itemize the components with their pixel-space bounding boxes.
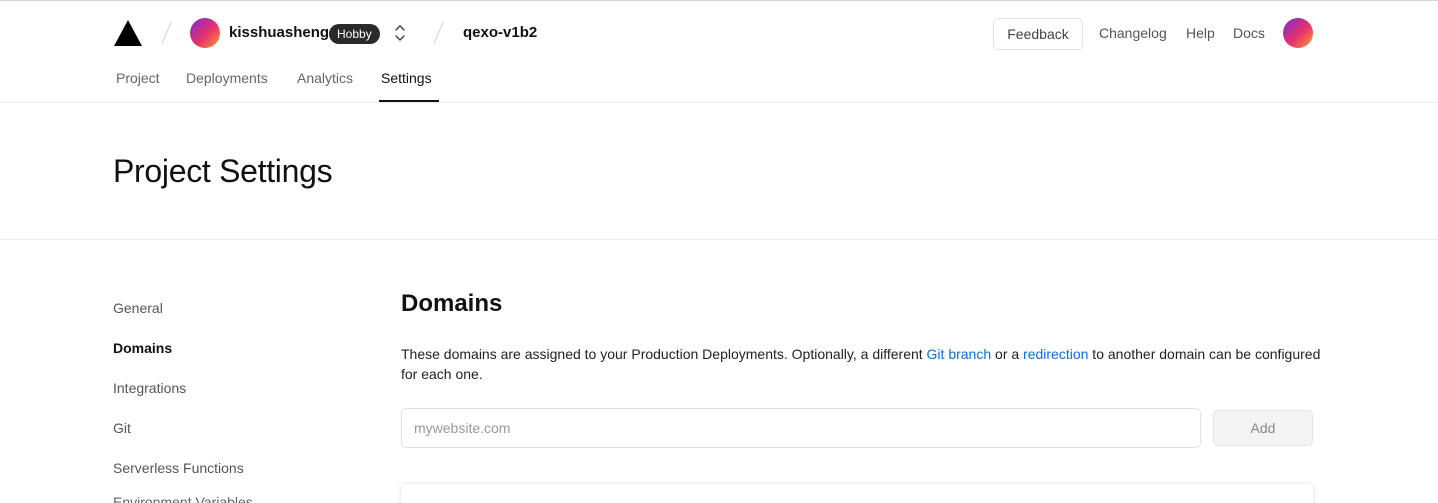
chevron-up-down-icon[interactable] bbox=[391, 21, 409, 45]
tab-project[interactable]: Project bbox=[116, 70, 160, 86]
feedback-button[interactable]: Feedback bbox=[993, 18, 1083, 50]
page-title: Project Settings bbox=[113, 153, 333, 189]
active-tab-indicator bbox=[379, 100, 439, 102]
top-header: kisshuasheng Hobby qexo-v1b2 Feedback Ch… bbox=[0, 1, 1438, 103]
sidebar-item-serverless-functions[interactable]: Serverless Functions bbox=[113, 460, 244, 476]
vercel-logo-icon[interactable] bbox=[113, 19, 143, 47]
sidebar-item-integrations[interactable]: Integrations bbox=[113, 380, 186, 396]
git-branch-link[interactable]: Git branch bbox=[927, 346, 992, 362]
tab-analytics[interactable]: Analytics bbox=[297, 70, 353, 86]
tab-settings[interactable]: Settings bbox=[381, 70, 432, 86]
sidebar-item-git[interactable]: Git bbox=[113, 420, 131, 436]
description-text: These domains are assigned to your Produ… bbox=[401, 346, 927, 362]
redirection-link[interactable]: redirection bbox=[1023, 346, 1088, 362]
section-title: Domains bbox=[401, 290, 503, 317]
plan-badge: Hobby bbox=[329, 24, 380, 44]
description-text: or a bbox=[991, 346, 1024, 362]
tab-deployments[interactable]: Deployments bbox=[186, 70, 268, 86]
breadcrumb-separator bbox=[433, 21, 444, 45]
domains-description: These domains are assigned to your Produ… bbox=[401, 344, 1321, 384]
user-avatar[interactable] bbox=[1283, 18, 1313, 48]
team-avatar[interactable] bbox=[190, 18, 220, 48]
add-domain-button[interactable]: Add bbox=[1213, 410, 1313, 446]
domain-card bbox=[401, 484, 1313, 503]
team-name[interactable]: kisshuasheng bbox=[229, 24, 329, 41]
sidebar-item-environment-variables[interactable]: Environment Variables bbox=[113, 494, 253, 503]
breadcrumb-separator bbox=[161, 21, 172, 45]
docs-link[interactable]: Docs bbox=[1233, 25, 1265, 41]
project-name[interactable]: qexo-v1b2 bbox=[463, 24, 537, 41]
help-link[interactable]: Help bbox=[1186, 25, 1215, 41]
domain-input[interactable] bbox=[401, 408, 1201, 448]
page-title-band: Project Settings bbox=[0, 103, 1438, 240]
changelog-link[interactable]: Changelog bbox=[1099, 25, 1167, 41]
sidebar-item-general[interactable]: General bbox=[113, 300, 163, 316]
sidebar-item-domains[interactable]: Domains bbox=[113, 340, 172, 356]
